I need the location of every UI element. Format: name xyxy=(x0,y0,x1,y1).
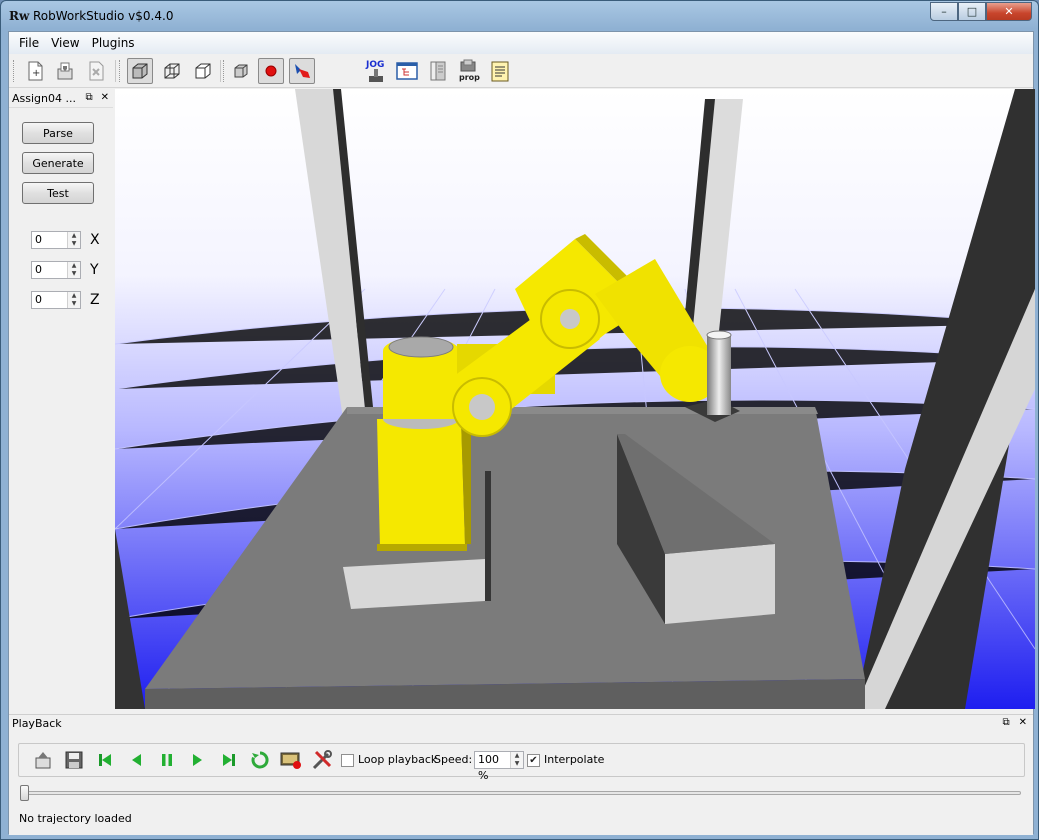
maximize-button[interactable]: □ xyxy=(958,2,986,21)
interpolate-checkbox[interactable]: ✔ xyxy=(527,754,540,767)
plugin-dock-title-bar: Assign04 ... ⧉ ✕ xyxy=(9,90,113,108)
svg-text:prop: prop xyxy=(459,73,480,82)
main-toolbar: + JOG prop xyxy=(9,54,1033,88)
trajectory-status: No trajectory loaded xyxy=(19,812,132,825)
x-spinbox[interactable]: 0 ▲ ▼ xyxy=(31,231,81,249)
generate-button[interactable]: Generate xyxy=(22,152,94,174)
dock-close-icon[interactable]: ✕ xyxy=(1019,717,1027,728)
save-icon[interactable] xyxy=(62,748,86,772)
dock-close-icon[interactable]: ✕ xyxy=(101,92,109,103)
paint-icon[interactable] xyxy=(289,58,315,84)
main-window: Rw RobWorkStudio v$0.4.0 – □ ✕ File View… xyxy=(0,0,1039,840)
minimize-button[interactable]: – xyxy=(930,2,958,21)
trajectory-slider-handle[interactable] xyxy=(20,785,29,801)
plugin-dock-title: Assign04 ... xyxy=(12,92,76,105)
spin-up-icon[interactable]: ▲ xyxy=(68,292,80,300)
y-label: Y xyxy=(90,262,99,278)
new-icon[interactable]: + xyxy=(22,58,48,84)
loop-playback-checkbox[interactable] xyxy=(341,754,354,767)
window-title: RobWorkStudio v$0.4.0 xyxy=(33,9,174,23)
toolbar-grip[interactable] xyxy=(13,60,16,82)
outline-view-icon[interactable] xyxy=(190,58,216,84)
playback-dock: PlayBack ⧉ ✕ Loop playback Speed: 100 % … xyxy=(9,714,1033,835)
toolbar-separator xyxy=(115,60,116,82)
scene-canvas xyxy=(115,89,1035,709)
speed-label: Speed: xyxy=(434,753,473,766)
menu-view[interactable]: View xyxy=(45,34,85,52)
playback-title: PlayBack xyxy=(12,717,62,730)
toolbar-grip[interactable] xyxy=(119,60,122,82)
spin-up-icon[interactable]: ▲ xyxy=(511,752,523,760)
dock-float-icon[interactable]: ⧉ xyxy=(1002,717,1009,728)
skip-to-end-icon[interactable] xyxy=(217,748,241,772)
prop-plugin-icon[interactable]: prop xyxy=(456,58,482,84)
close-window-button[interactable]: ✕ xyxy=(986,2,1032,21)
close-file-icon[interactable] xyxy=(83,58,109,84)
menu-plugins[interactable]: Plugins xyxy=(86,34,141,52)
z-spinbox-value[interactable]: 0 xyxy=(32,292,67,308)
notes-icon[interactable] xyxy=(487,58,513,84)
skip-to-start-icon[interactable] xyxy=(93,748,117,772)
open-icon[interactable] xyxy=(52,58,78,84)
play-forward-icon[interactable] xyxy=(186,748,210,772)
plugin-dock: Assign04 ... ⧉ ✕ Parse Generate Test 0 ▲… xyxy=(9,90,113,710)
x-label: X xyxy=(90,232,100,248)
toolbar-separator xyxy=(220,60,221,82)
reload-icon[interactable] xyxy=(248,748,272,772)
cube-icon[interactable] xyxy=(228,58,254,84)
y-spinbox[interactable]: 0 ▲ ▼ xyxy=(31,261,81,279)
z-label: Z xyxy=(90,292,100,308)
spin-down-icon[interactable]: ▼ xyxy=(511,760,523,768)
spin-down-icon[interactable]: ▼ xyxy=(68,300,80,308)
y-spinbox-value[interactable]: 0 xyxy=(32,262,67,278)
spin-up-icon[interactable]: ▲ xyxy=(68,262,80,270)
toolbar-grip[interactable] xyxy=(223,60,226,82)
app-logo-icon: Rw xyxy=(9,9,30,23)
z-spinbox[interactable]: 0 ▲ ▼ xyxy=(31,291,81,309)
record-movie-icon[interactable] xyxy=(279,748,303,772)
pause-icon[interactable] xyxy=(155,748,179,772)
speed-value[interactable]: 100 % xyxy=(475,752,510,782)
settings-tools-icon[interactable] xyxy=(310,748,334,772)
interpolate-label: Interpolate xyxy=(544,753,605,766)
spin-down-icon[interactable]: ▼ xyxy=(68,270,80,278)
spin-up-icon[interactable]: ▲ xyxy=(68,232,80,240)
parse-button[interactable]: Parse xyxy=(22,122,94,144)
tree-view-icon[interactable] xyxy=(394,58,420,84)
dock-float-icon[interactable]: ⧉ xyxy=(85,92,92,103)
test-button[interactable]: Test xyxy=(22,182,94,204)
trajectory-slider-track[interactable] xyxy=(21,791,1021,795)
svg-text:JOG: JOG xyxy=(365,60,384,70)
3d-viewport[interactable] xyxy=(115,89,1035,709)
jog-plugin-icon[interactable]: JOG xyxy=(363,58,389,84)
playback-controls: Loop playback Speed: 100 % ▲ ▼ ✔ Interpol… xyxy=(18,743,1025,782)
title-bar: Rw RobWorkStudio v$0.4.0 – □ ✕ xyxy=(1,1,1038,31)
x-spinbox-value[interactable]: 0 xyxy=(32,232,67,248)
client-area: File View Plugins + JOG prop Assign04 ..… xyxy=(8,31,1035,835)
solid-view-icon[interactable] xyxy=(127,58,153,84)
loop-playback-label: Loop playback xyxy=(358,753,438,766)
menu-file[interactable]: File xyxy=(13,34,45,52)
menu-bar: File View Plugins xyxy=(9,32,1033,54)
log-icon[interactable] xyxy=(425,58,451,84)
spin-down-icon[interactable]: ▼ xyxy=(68,240,80,248)
wireframe-view-icon[interactable] xyxy=(159,58,185,84)
speed-spinbox[interactable]: 100 % ▲ ▼ xyxy=(474,751,524,782)
record-icon[interactable] xyxy=(258,58,284,84)
play-backward-icon[interactable] xyxy=(124,748,148,772)
load-trajectory-icon[interactable] xyxy=(31,748,55,772)
svg-text:+: + xyxy=(32,68,40,79)
